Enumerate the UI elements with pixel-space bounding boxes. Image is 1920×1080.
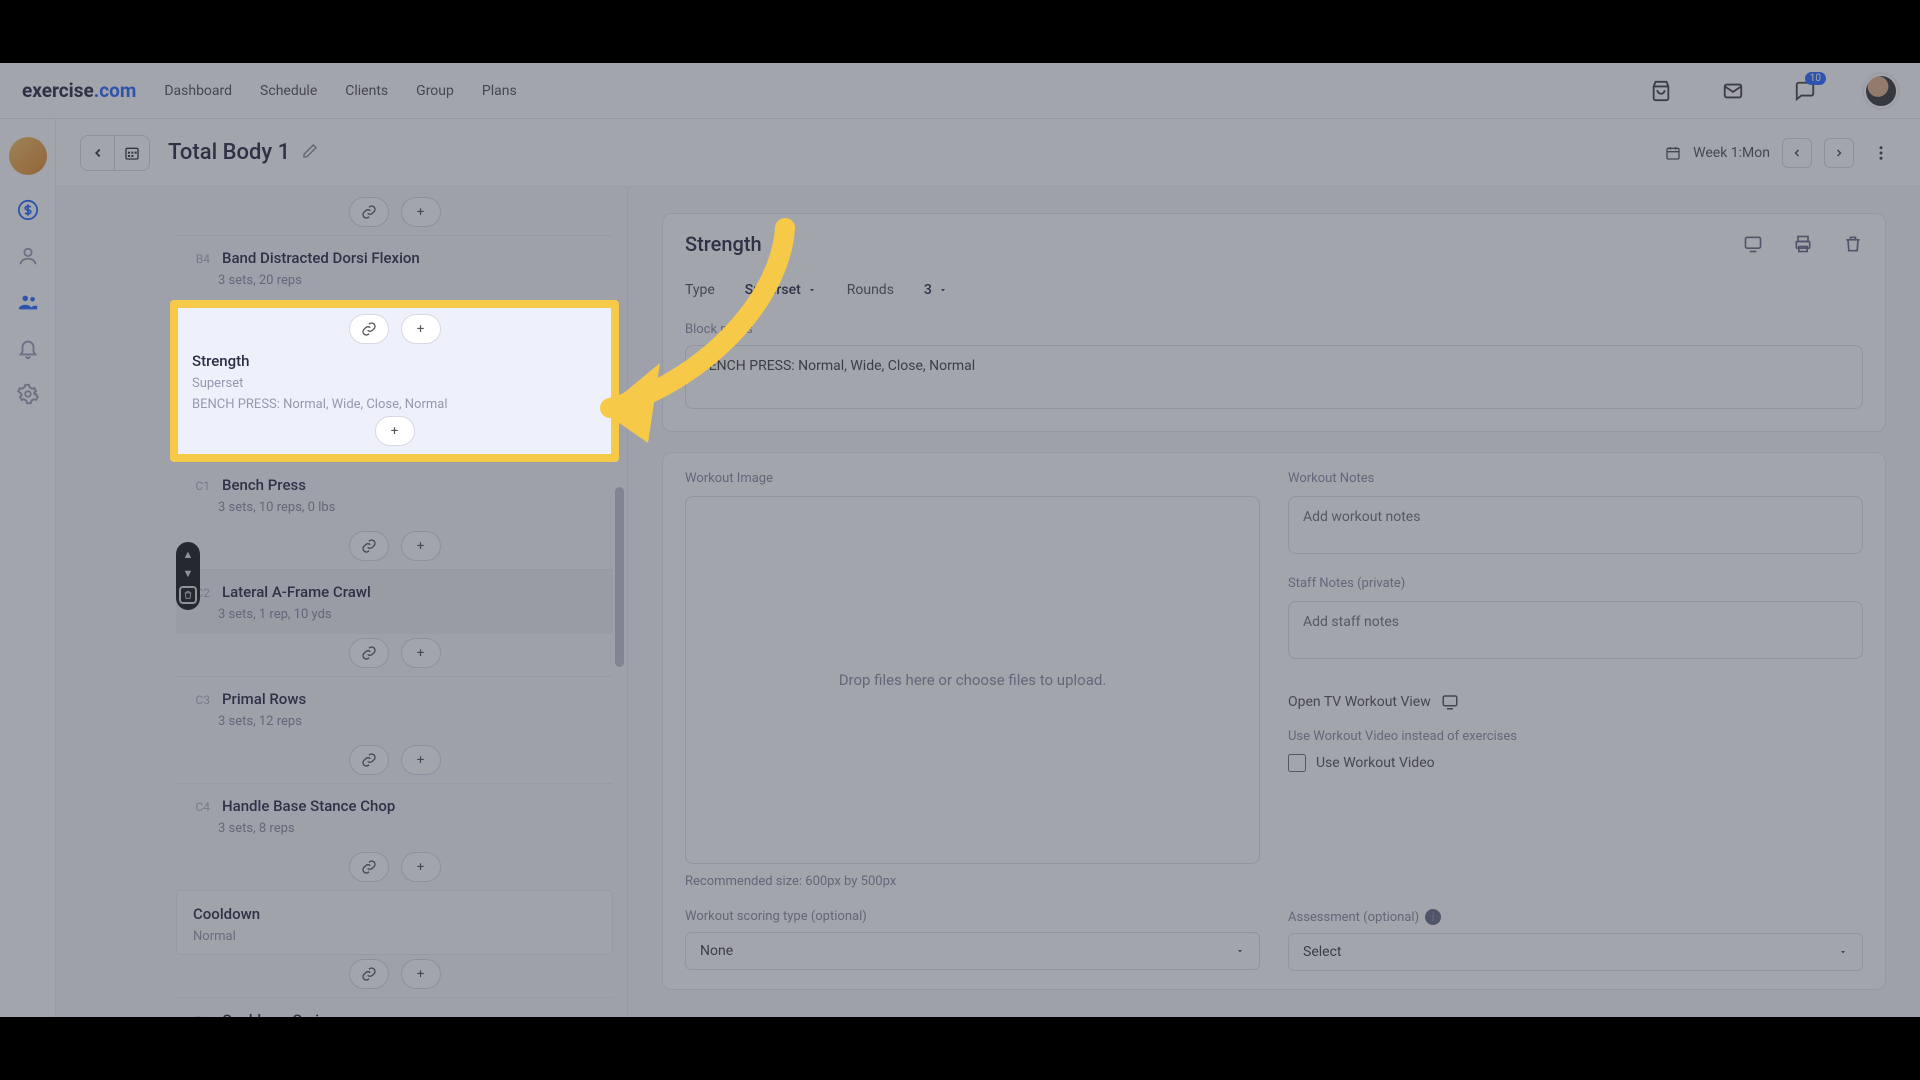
delete-row-icon[interactable] <box>179 586 197 604</box>
nav-schedule[interactable]: Schedule <box>260 83 317 99</box>
nav-back-button[interactable] <box>81 136 115 170</box>
print-icon[interactable] <box>1793 234 1813 254</box>
page-title: Total Body 1 <box>168 140 290 165</box>
workout-notes-label: Workout Notes <box>1288 471 1863 486</box>
rounds-label: Rounds <box>847 282 894 298</box>
staff-notes-field[interactable] <box>1288 601 1863 659</box>
avatar[interactable] <box>1864 74 1898 108</box>
nav-group[interactable]: Group <box>416 83 454 99</box>
scoring-select[interactable]: None <box>685 932 1260 970</box>
org-logo[interactable] <box>9 137 47 175</box>
gear-icon[interactable] <box>17 383 39 405</box>
assessment-label: Assessment (optional) <box>1288 910 1419 925</box>
link-button[interactable] <box>349 959 389 989</box>
row-drag-controls[interactable]: ▲ ▼ <box>176 542 200 610</box>
block-cooldown[interactable]: Cooldown Normal <box>176 890 613 955</box>
image-dropzone[interactable]: Drop files here or choose files to uploa… <box>685 496 1260 864</box>
link-button[interactable] <box>349 852 389 882</box>
nav-dashboard[interactable]: Dashboard <box>164 83 232 99</box>
dollar-icon[interactable] <box>17 199 39 221</box>
type-label: Type <box>685 282 715 298</box>
add-button[interactable]: + <box>401 959 441 989</box>
calendar-small-icon <box>1665 145 1681 161</box>
add-button[interactable]: + <box>401 314 441 344</box>
tv-icon[interactable] <box>1743 234 1763 254</box>
type-select[interactable]: Superset <box>745 282 817 298</box>
link-button[interactable] <box>349 314 389 344</box>
edit-icon[interactable] <box>774 234 790 254</box>
info-icon[interactable]: i <box>1425 909 1441 925</box>
add-button[interactable]: + <box>401 197 441 227</box>
detail-title: Strength <box>685 232 762 256</box>
assessment-select[interactable]: Select <box>1288 933 1863 971</box>
calendar-button[interactable] <box>115 136 149 170</box>
page-header: Total Body 1 Week 1:Mon <box>56 119 1920 187</box>
exercise-row-c1[interactable]: C1 Bench Press 3 sets, 10 reps, 0 lbs <box>176 462 613 527</box>
brand-logo[interactable]: exercise.com <box>22 79 136 102</box>
person-icon[interactable] <box>17 245 39 267</box>
workout-media-panel: Workout Image Drop files here or choose … <box>662 452 1886 990</box>
recommended-size: Recommended size: 600px by 500px <box>685 874 1260 889</box>
use-video-heading: Use Workout Video instead of exercises <box>1288 729 1863 744</box>
tv-view-link[interactable]: Open TV Workout View <box>1288 693 1863 711</box>
link-button[interactable] <box>349 745 389 775</box>
week-prev-button[interactable] <box>1782 138 1812 168</box>
block-strength-highlighted[interactable]: + Strength Superset BENCH PRESS: Normal,… <box>170 300 619 462</box>
chevron-down-icon <box>1235 946 1245 956</box>
nav-plans[interactable]: Plans <box>482 83 517 99</box>
week-label[interactable]: Week 1:Mon <box>1693 145 1770 161</box>
tv-icon <box>1441 693 1459 711</box>
link-button[interactable] <box>349 531 389 561</box>
left-sidebar <box>0 119 56 1017</box>
workout-image-label: Workout Image <box>685 471 1260 486</box>
exercise-row-c2[interactable]: C2 Lateral A-Frame Crawl 3 sets, 1 rep, … <box>176 569 613 634</box>
week-next-button[interactable] <box>1824 138 1854 168</box>
block-detail-panel: Strength Type Superset Rounds 3 Block no… <box>662 213 1886 432</box>
exercise-row-d1[interactable]: D1 Cooldown Series 1 set, 00:00:00 <box>176 997 613 1017</box>
trash-icon[interactable] <box>1843 234 1863 254</box>
link-button[interactable] <box>349 638 389 668</box>
detail-column: Strength Type Superset Rounds 3 Block no… <box>628 187 1920 1017</box>
mail-icon[interactable] <box>1720 78 1746 104</box>
add-button[interactable]: + <box>401 852 441 882</box>
rounds-select[interactable]: 3 <box>924 282 948 298</box>
scrollbar[interactable] <box>615 487 624 667</box>
link-button[interactable] <box>349 197 389 227</box>
move-up-icon[interactable]: ▲ <box>183 548 194 561</box>
edit-icon[interactable] <box>302 143 318 163</box>
exercise-row-c4[interactable]: C4 Handle Base Stance Chop 3 sets, 8 rep… <box>176 783 613 848</box>
shopping-bag-icon[interactable] <box>1648 78 1674 104</box>
add-button[interactable]: + <box>375 416 415 446</box>
nav-clients[interactable]: Clients <box>345 83 388 99</box>
bell-icon[interactable] <box>17 337 39 359</box>
chat-icon[interactable]: 10 <box>1792 78 1818 104</box>
top-nav: exercise.com Dashboard Schedule Clients … <box>0 63 1920 119</box>
people-icon[interactable] <box>17 291 39 313</box>
exercise-list-column: ▲ ▼ + B4 Band Distracted Dorsi Flexion 3… <box>56 187 628 1017</box>
scoring-label: Workout scoring type (optional) <box>685 909 867 924</box>
use-video-checkbox[interactable] <box>1288 754 1306 772</box>
add-button[interactable]: + <box>401 531 441 561</box>
notifications-badge: 10 <box>1805 72 1826 85</box>
exercise-row-c3[interactable]: C3 Primal Rows 3 sets, 12 reps <box>176 676 613 741</box>
workout-notes-field[interactable] <box>1288 496 1863 554</box>
add-button[interactable]: + <box>401 638 441 668</box>
block-notes-field[interactable] <box>685 345 1863 409</box>
add-button[interactable]: + <box>401 745 441 775</box>
move-down-icon[interactable]: ▼ <box>183 567 194 580</box>
use-video-checkbox-row[interactable]: Use Workout Video <box>1288 754 1863 772</box>
chevron-down-icon <box>1838 947 1848 957</box>
block-notes-label: Block notes <box>685 322 1863 337</box>
staff-notes-label: Staff Notes (private) <box>1288 576 1863 591</box>
more-menu-button[interactable] <box>1866 138 1896 168</box>
exercise-row-b4[interactable]: B4 Band Distracted Dorsi Flexion 3 sets,… <box>176 235 613 300</box>
